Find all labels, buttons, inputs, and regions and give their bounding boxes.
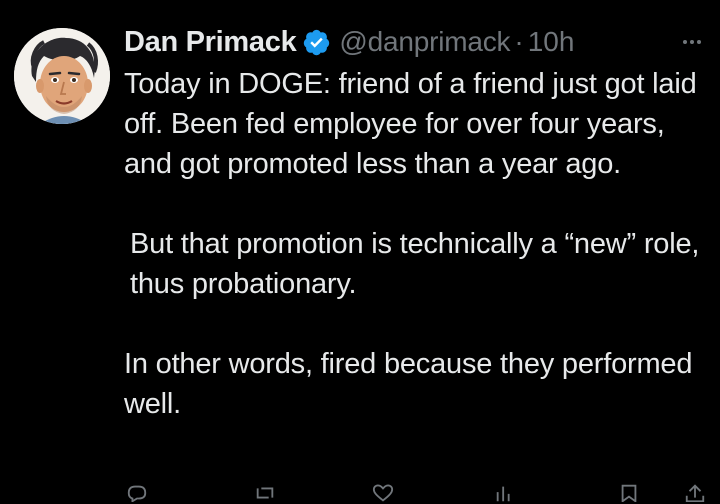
more-options-icon[interactable]	[672, 30, 712, 54]
tweet-paragraph: In other words, fired because they perfo…	[124, 348, 693, 420]
verified-badge-icon	[302, 28, 331, 57]
timestamp[interactable]: 10h	[528, 26, 575, 58]
action-bar	[124, 484, 714, 504]
tweet-card[interactable]: Dan Primack @danprimack · 10h Today in D…	[0, 0, 720, 502]
separator-dot: ·	[514, 26, 524, 57]
reply-icon[interactable]	[126, 484, 148, 502]
tweet-paragraph: Today in DOGE: friend of a friend just g…	[124, 68, 697, 180]
tweet-text: Today in DOGE: friend of a friend just g…	[124, 64, 714, 424]
retweet-icon[interactable]	[254, 484, 276, 502]
tweet-paragraph: But that promotion is technically a “new…	[130, 228, 700, 300]
author-handle[interactable]: @danprimack	[339, 26, 510, 58]
bookmark-icon[interactable]	[618, 484, 640, 502]
views-icon[interactable]	[494, 484, 516, 502]
share-icon[interactable]	[684, 484, 706, 502]
tweet-header: Dan Primack @danprimack · 10h	[124, 22, 574, 62]
avatar-illustration-icon	[14, 28, 110, 124]
avatar[interactable]	[14, 28, 110, 124]
author-name[interactable]: Dan Primack	[124, 26, 297, 59]
like-icon[interactable]	[372, 484, 394, 502]
